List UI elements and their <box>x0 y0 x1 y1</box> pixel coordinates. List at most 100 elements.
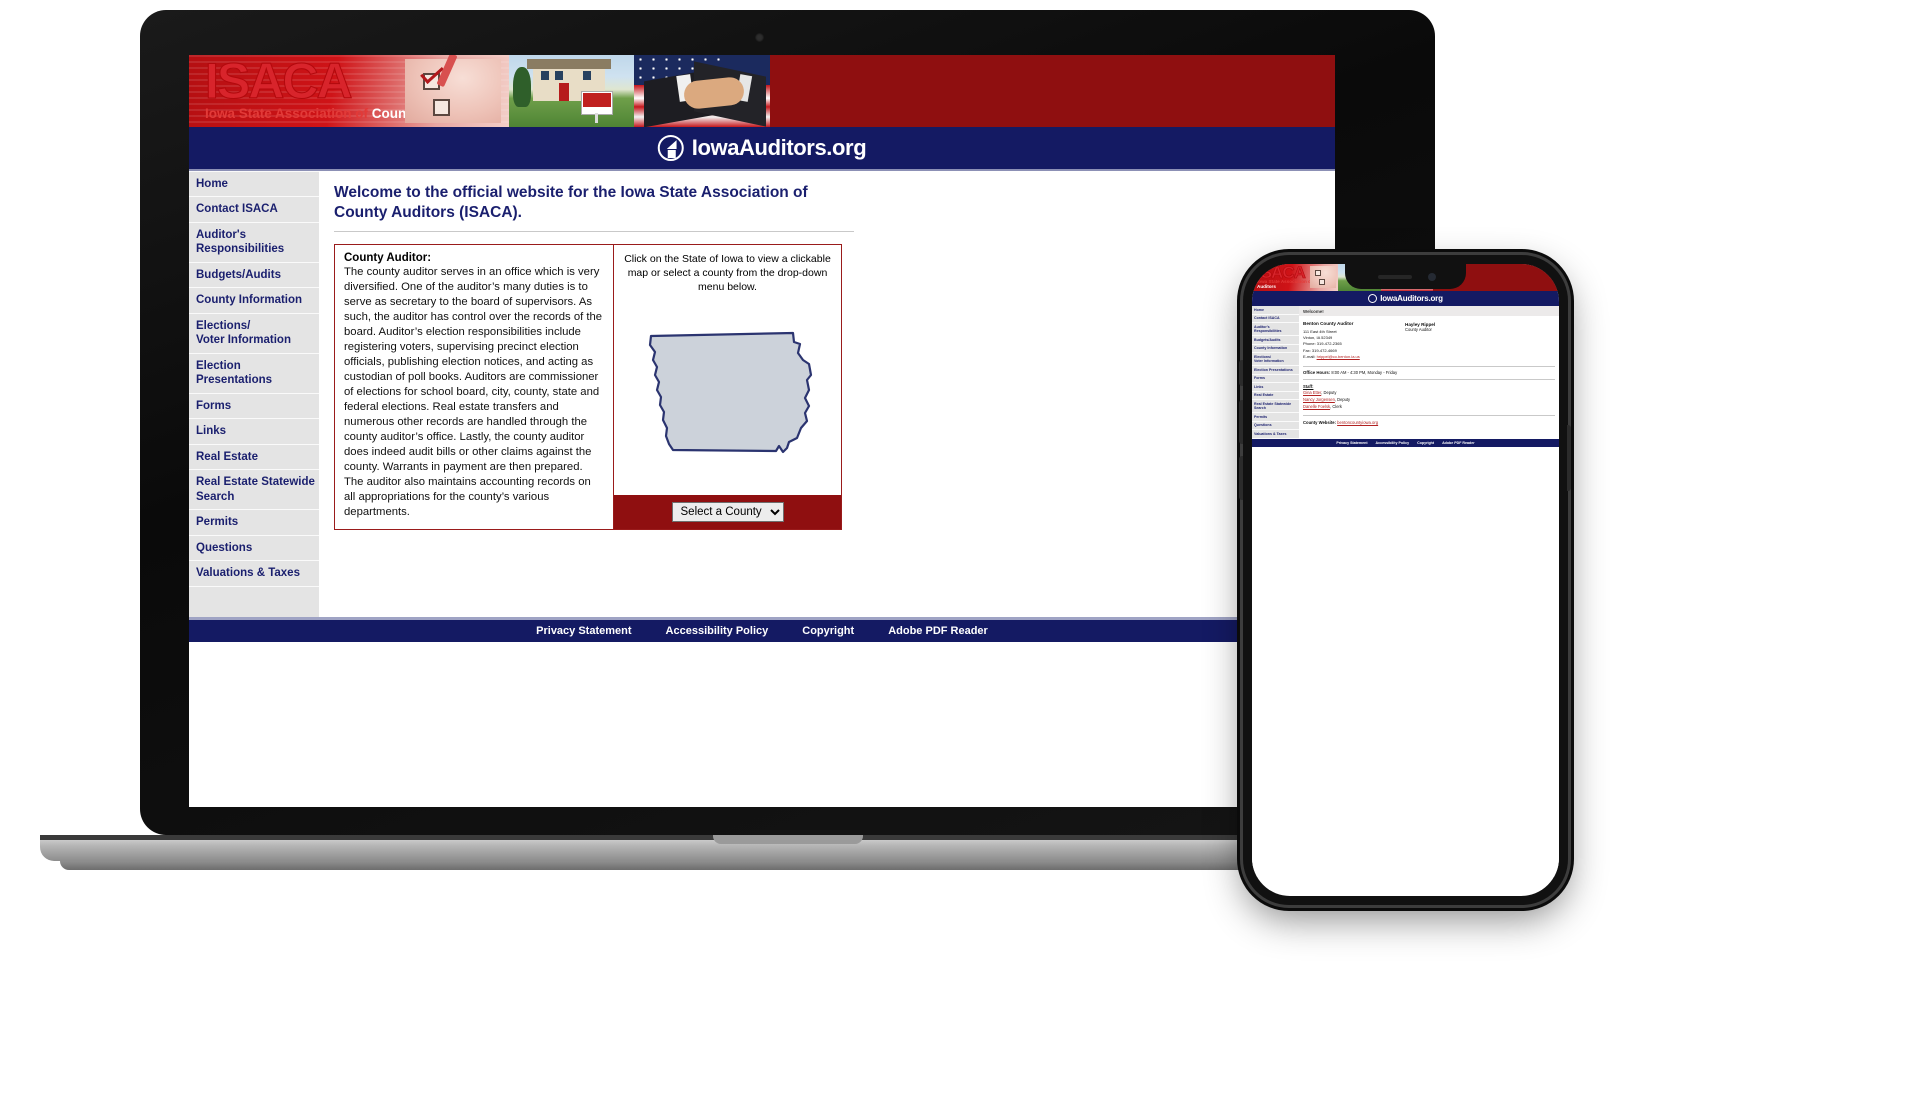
footer-link-accessibility-policy[interactable]: Accessibility Policy <box>666 625 769 637</box>
isaca-logo-block: ISACA Iowa State Association of County A… <box>189 55 509 127</box>
brand-name: IowaAuditors.org <box>691 135 867 160</box>
phone-sidebar-item-links[interactable]: Links <box>1252 383 1299 392</box>
sidebar-item-valuations-taxes[interactable]: Valuations & Taxes <box>189 561 319 587</box>
phone-county-website-row: County Website: bentoncountyiowa.org <box>1299 418 1559 429</box>
footer-link-adobe-pdf-reader[interactable]: Adobe PDF Reader <box>888 625 988 637</box>
footer-link-copyright[interactable]: Copyright <box>802 625 854 637</box>
phone-staff-row: Danelle Foelsk, Clerk <box>1303 404 1555 411</box>
phone-silent-switch[interactable] <box>1239 360 1243 386</box>
phone-ballot-box-icon <box>1315 270 1321 276</box>
banner-filler <box>770 55 1335 127</box>
phone-county-block: Benton County Auditor 111 East 4th Stree… <box>1299 316 1559 364</box>
phone-email-link[interactable]: hrippel@co.benton.ia.us <box>1317 354 1360 359</box>
phone-officer-block: Hayley Rippel County Auditor <box>1405 321 1435 360</box>
phone-page-body: Home Contact ISACA Auditor's Responsibil… <box>1252 306 1559 439</box>
sidebar-item-elections-voter-information[interactable]: Elections/ Voter Information <box>189 314 319 354</box>
isaca-wordmark: ISACA <box>205 55 354 110</box>
phone-sidebar-item-contact-isaca[interactable]: Contact ISACA <box>1252 315 1299 324</box>
sidebar-item-questions[interactable]: Questions <box>189 536 319 562</box>
phone-sidebar-item-auditors-responsibilities[interactable]: Auditor's Responsibilities <box>1252 323 1299 337</box>
title-divider <box>334 230 854 232</box>
laptop-screen: ISACA Iowa State Association of County A… <box>189 55 1335 807</box>
phone-website-label: County Website: <box>1303 419 1338 425</box>
phone-sidebar-item-questions[interactable]: Questions <box>1252 422 1299 431</box>
phone-sidebar-item-forms[interactable]: Forms <box>1252 375 1299 384</box>
phone-sidebar-item-valuations-taxes[interactable]: Valuations & Taxes <box>1252 430 1299 439</box>
phone-main-content: Welcome! Benton County Auditor 111 East … <box>1299 306 1559 439</box>
window-shape <box>583 71 591 80</box>
county-auditor-card: County Auditor: The county auditor serve… <box>334 243 614 531</box>
sidebar-item-links[interactable]: Links <box>189 419 319 445</box>
phone-staff-role: , Clerk <box>1330 403 1342 409</box>
phone-county-email-row: E-mail: hrippel@co.benton.ia.us <box>1303 354 1399 360</box>
site-brand[interactable]: IowaAuditors.org <box>657 135 867 161</box>
phone-email-label: E-mail: <box>1303 353 1317 359</box>
phone-brand-bar: IowaAuditors.org <box>1252 291 1559 306</box>
tagline-red: Iowa State Association of <box>205 106 372 121</box>
phone-sidebar-item-budgets-audits[interactable]: Budgets/Audits <box>1252 336 1299 345</box>
sidebar-item-real-estate-statewide-search[interactable]: Real Estate Statewide Search <box>189 470 319 511</box>
phone-power-button[interactable] <box>1567 425 1571 491</box>
phone-office-hours-row: Office Hours: 8:00 AM - 4:30 PM, Monday … <box>1299 368 1559 377</box>
sidebar-item-contact-isaca[interactable]: Contact ISACA <box>189 197 319 223</box>
window-shape <box>541 71 549 80</box>
phone-camera-icon <box>1428 273 1436 281</box>
phone-footer-link-privacy-statement[interactable]: Privacy Statement <box>1336 441 1367 445</box>
phone-volume-up-button[interactable] <box>1239 400 1243 444</box>
sidebar-item-home[interactable]: Home <box>189 171 319 198</box>
sidebar-item-auditors-responsibilities[interactable]: Auditor's Responsibilities <box>189 223 319 263</box>
phone-footer-link-copyright[interactable]: Copyright <box>1417 441 1434 445</box>
phone-staff-name[interactable]: Gina Etter <box>1303 390 1321 395</box>
phone-staff-name[interactable]: Nancy Jorgensen <box>1303 397 1335 402</box>
roof-shape <box>527 59 611 69</box>
sidebar-item-permits[interactable]: Permits <box>189 510 319 536</box>
phone-footer-link-adobe-pdf-reader[interactable]: Adobe PDF Reader <box>1442 441 1475 445</box>
phone-sidebar-nav: Home Contact ISACA Auditor's Responsibil… <box>1252 306 1299 439</box>
phone-iowaauditors-logo-icon <box>1368 294 1378 303</box>
sign-post <box>595 113 598 123</box>
map-instruction-text: Click on the State of Iowa to view a cli… <box>624 252 831 293</box>
sidebar-item-forms[interactable]: Forms <box>189 394 319 420</box>
phone-sidebar-item-home[interactable]: Home <box>1252 306 1299 315</box>
window-shape <box>555 71 563 80</box>
page-body: Home Contact ISACA Auditor's Responsibil… <box>189 171 1335 617</box>
phone-county-details: Benton County Auditor 111 East 4th Stree… <box>1303 321 1399 360</box>
phone-welcome-bar: Welcome! <box>1299 306 1559 316</box>
sidebar-nav: Home Contact ISACA Auditor's Responsibil… <box>189 171 319 617</box>
sidebar-item-election-presentations[interactable]: Election Presentations <box>189 354 319 394</box>
footer-link-privacy-statement[interactable]: Privacy Statement <box>536 625 631 637</box>
phone-sidebar-item-elections-voter-information[interactable]: Elections/ Voter Information <box>1252 353 1299 367</box>
phone-sidebar-item-real-estate[interactable]: Real Estate <box>1252 392 1299 401</box>
phone-sidebar-item-real-estate-statewide-search[interactable]: Real Estate Statewide Search <box>1252 400 1299 414</box>
door-shape <box>559 83 569 101</box>
phone-divider <box>1303 379 1555 380</box>
sidebar-item-county-information[interactable]: County Information <box>189 288 319 314</box>
phone-sidebar-item-permits[interactable]: Permits <box>1252 413 1299 422</box>
phone-volume-down-button[interactable] <box>1239 456 1243 500</box>
ballot-box-icon <box>433 99 450 116</box>
iowaauditors-logo-icon <box>657 135 684 161</box>
phone-staff-label: Staff: <box>1303 383 1314 389</box>
phone-office-hours-label: Office Hours: <box>1303 370 1331 376</box>
sidebar-item-real-estate[interactable]: Real Estate <box>189 445 319 471</box>
phone-website-link[interactable]: bentoncountyiowa.org <box>1337 420 1378 425</box>
phone-sidebar-item-county-information[interactable]: County Information <box>1252 345 1299 354</box>
county-select[interactable]: Select a County <box>671 502 784 523</box>
phone-county-address: 111 East 4th Street Vinton, IA 52349 Pho… <box>1303 329 1399 360</box>
iowa-map-wrap[interactable] <box>614 298 841 495</box>
county-auditor-description: The county auditor serves in an office w… <box>344 265 603 519</box>
phone-staff-name[interactable]: Danelle Foelsk <box>1303 404 1330 409</box>
phone-sidebar-item-election-presentations[interactable]: Election Presentations <box>1252 366 1299 375</box>
page-title: Welcome to the official website for the … <box>334 184 808 222</box>
phone-website: ISACA Iowa State Association of County A… <box>1252 264 1559 877</box>
phone-footer-link-accessibility-policy[interactable]: Accessibility Policy <box>1376 441 1410 445</box>
sidebar-item-budgets-audits[interactable]: Budgets/Audits <box>189 263 319 289</box>
tree-shape <box>513 67 531 107</box>
phone-screen: ISACA Iowa State Association of County A… <box>1252 264 1559 896</box>
iowa-state-map[interactable] <box>633 320 823 470</box>
phone-staff-role: , Deputy <box>1334 397 1351 403</box>
county-select-bar: Select a County <box>614 495 841 530</box>
ballot-checkbox-photo <box>405 55 501 123</box>
county-auditor-heading: County Auditor: <box>344 251 432 264</box>
